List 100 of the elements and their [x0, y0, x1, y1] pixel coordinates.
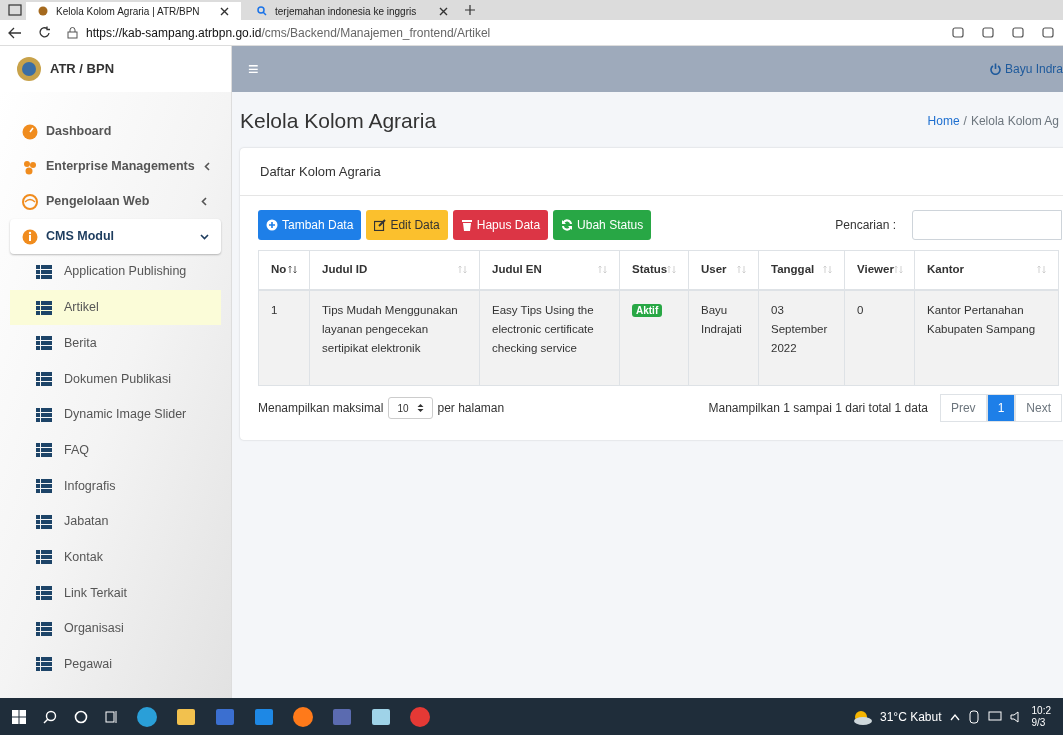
page-size-label: Menampilkan maksimal — [258, 400, 384, 417]
submenu-item[interactable]: Dynamic Image Slider — [10, 396, 221, 433]
list-icon — [36, 371, 52, 386]
submenu-item[interactable]: Artikel — [10, 289, 221, 326]
column-header[interactable]: User — [688, 250, 759, 290]
weather-text: 31°C Kabut — [880, 708, 942, 726]
chevron-left-icon — [200, 197, 209, 206]
breadcrumb-current: Kelola Kolom Ag — [970, 113, 1059, 130]
close-icon — [439, 6, 448, 16]
sort-icon — [458, 265, 467, 275]
column-header[interactable]: Tanggal — [758, 250, 845, 290]
cortana-icon — [74, 709, 88, 724]
browser-tab[interactable]: Kelola Kolom Agraria | ATR/BPN — [26, 2, 241, 20]
list-icon — [36, 300, 52, 315]
list-icon — [36, 478, 52, 493]
submenu-item[interactable]: Kontak — [10, 539, 221, 576]
table-cell: Tips Mudah Menggunakan layanan pengecekan sertipikat elektronik — [309, 289, 480, 386]
sidebar-item[interactable]: Pengelolaan Web — [10, 184, 221, 219]
power-icon — [989, 63, 1001, 75]
table-cell: Kantor Pertanahan Kabupaten Sampang — [914, 289, 1059, 386]
sort-icon — [893, 265, 903, 275]
column-header[interactable]: Kantor — [914, 250, 1059, 290]
page-button[interactable]: Prev — [939, 394, 987, 422]
task-view-icon — [105, 709, 119, 724]
lock-icon — [67, 26, 78, 39]
table-cell: Bayu Indrajati — [688, 289, 759, 386]
page-size-label: per halaman — [437, 400, 505, 417]
address-field[interactable]: https://kab-sampang.atrbpn.go.id/cms/Backend/Manajemen_frontend/Artikel — [67, 23, 935, 42]
logo-icon — [16, 56, 42, 82]
submenu-item[interactable]: Organisasi — [10, 610, 221, 647]
breadcrumb-link[interactable]: Home — [927, 112, 960, 130]
sidebar-item[interactable]: Dashboard — [10, 114, 221, 149]
table-cell: 03 September 2022 — [758, 289, 845, 386]
windows-icon — [12, 709, 26, 724]
tab-actions-icon — [8, 4, 22, 16]
url-text: https://kab-sampang.atrbpn.go.id/cms/Backend/Manajemen_frontend/Artikel — [86, 24, 491, 42]
table-cell: 0 — [844, 289, 915, 386]
list-icon — [36, 336, 52, 351]
submenu-item[interactable]: Pegawai — [10, 646, 221, 683]
column-header[interactable]: Viewer — [844, 250, 915, 290]
list-icon — [36, 407, 52, 422]
sort-icon — [288, 265, 297, 275]
column-header[interactable]: Judul ID — [309, 250, 480, 290]
search-label: Pencarian : — [835, 217, 896, 234]
card-title: Daftar Kolom Agraria — [260, 162, 381, 181]
page-title: Kelola Kolom Agraria — [240, 108, 437, 135]
weather-icon — [852, 708, 872, 725]
submenu-item[interactable]: Dokumen Publikasi — [10, 361, 221, 397]
tab-title: terjemahan indonesia ke inggris — [275, 4, 418, 19]
sort-icon — [823, 265, 832, 275]
search-field[interactable] — [912, 210, 1062, 240]
sort-caret-icon — [416, 403, 424, 413]
sort-icon — [737, 265, 746, 275]
list-icon — [36, 621, 52, 636]
column-header[interactable]: Judul EN — [479, 250, 620, 290]
list-icon — [36, 550, 52, 565]
back-icon — [8, 26, 22, 39]
plus-icon — [266, 219, 278, 231]
submenu-item[interactable]: Infografis — [10, 468, 221, 504]
action-button[interactable]: Edit Data — [366, 210, 448, 240]
column-header[interactable]: No — [258, 250, 310, 290]
sort-icon — [667, 265, 677, 275]
edit-icon — [374, 219, 387, 231]
chevron-down-icon — [200, 232, 209, 241]
chevron-up-icon — [949, 712, 960, 721]
pagination-summary: Manampilkan 1 sampai 1 dari total 1 data — [708, 400, 928, 417]
list-icon — [36, 657, 52, 672]
submenu-item[interactable]: Berita — [10, 325, 221, 362]
submenu-item[interactable]: Link Terkait — [10, 575, 221, 611]
submenu-item[interactable]: Jabatan — [10, 503, 221, 540]
page-size-select[interactable]: 10 — [388, 397, 433, 419]
page-button[interactable]: Next — [1015, 394, 1062, 422]
sidebar-item[interactable]: Enterprise Managements — [10, 149, 221, 184]
search-icon — [43, 709, 57, 724]
clock-time: 10:2 — [1031, 704, 1051, 717]
info-icon — [22, 228, 38, 245]
trash-icon — [460, 219, 473, 231]
brand-name: ATR / BPN — [50, 60, 115, 79]
refresh-icon — [38, 26, 51, 39]
submenu-item[interactable]: FAQ — [10, 432, 221, 469]
table-cell: Easy Tips Using the electronic certificate checking service — [479, 289, 620, 386]
chevron-left-icon — [202, 162, 212, 171]
submenu-item[interactable]: Application Publishing — [10, 254, 221, 290]
tab-title: Kelola Kolom Agraria | ATR/BPN — [56, 4, 201, 19]
action-button[interactable]: Tambah Data — [258, 210, 362, 240]
status-badge: Aktif — [632, 303, 663, 317]
list-icon — [36, 443, 52, 458]
action-button[interactable]: Hapus Data — [452, 210, 549, 240]
breadcrumb-separator: / — [963, 113, 967, 130]
list-icon — [36, 514, 52, 529]
list-icon — [36, 264, 52, 279]
dashboard-icon — [22, 123, 38, 140]
clock-date: 9/3 — [1031, 716, 1047, 729]
page-button[interactable]: 1 — [986, 394, 1016, 422]
search-icon — [257, 6, 267, 16]
sort-icon — [1037, 265, 1046, 275]
column-header[interactable]: Status — [619, 250, 689, 290]
refresh-icon — [561, 219, 574, 231]
table-cell: 1 — [258, 289, 310, 386]
sidebar-item[interactable]: CMS Modul — [10, 219, 221, 254]
